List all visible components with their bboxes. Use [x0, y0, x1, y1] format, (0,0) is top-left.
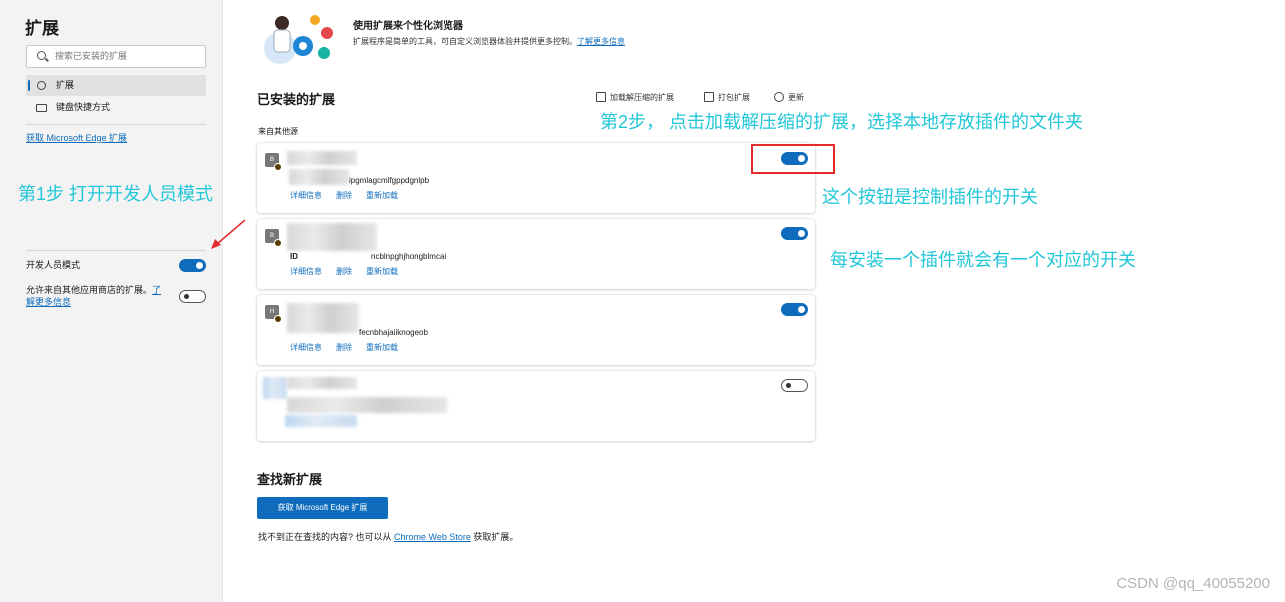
highlight-box	[751, 144, 835, 174]
redacted-name	[287, 377, 357, 389]
allow-other-stores-text: 允许来自其他应用商店的扩展。了 解更多信息	[26, 284, 176, 308]
hero-description: 扩展程序是简单的工具，可自定义浏览器体验并提供更多控制。了解更多信息	[353, 36, 625, 47]
get-edge-extensions-button[interactable]: 获取 Microsoft Edge 扩展	[257, 497, 388, 519]
keyboard-icon	[36, 104, 47, 112]
red-arrow-icon	[211, 219, 246, 249]
remove-link[interactable]: 删除	[336, 267, 352, 276]
annotation-step1: 第1步 打开开发人员模式	[18, 184, 214, 204]
search-input[interactable]: 搜索已安装的扩展	[26, 45, 206, 68]
sidebar-item-keyboard-shortcuts[interactable]: 键盘快捷方式	[26, 97, 206, 118]
find-title: 查找新扩展	[257, 472, 323, 487]
hero-illustration-icon	[264, 15, 333, 64]
pack-icon	[704, 92, 714, 102]
extension-icon: B	[265, 229, 282, 247]
learn-more-link[interactable]: 了	[152, 285, 161, 295]
refresh-icon	[774, 92, 784, 102]
footer-text: 找不到正在查找的内容? 也可以从 Chrome Web Store 获取扩展。	[258, 530, 518, 543]
load-unpacked-icon	[596, 92, 606, 102]
load-unpacked-label: 加载解压缩的扩展	[610, 93, 674, 102]
sidebar: 扩展 搜索已安装的扩展 扩展 键盘快捷方式 获取 Microsoft Edge …	[0, 0, 223, 602]
hero-desc-text: 扩展程序是简单的工具，可自定义浏览器体验并提供更多控制。	[353, 37, 577, 46]
details-link[interactable]: 详细信息	[290, 267, 322, 276]
hero-title: 使用扩展来个性化浏览器	[353, 21, 463, 32]
extension-card: B ipgmlagcmlfgppdgnlpb 详细信息 删除 重新加载	[257, 143, 815, 213]
redacted-name	[287, 223, 377, 251]
sidebar-item-extensions[interactable]: 扩展	[26, 75, 206, 96]
extension-links: 详细信息 删除 重新加载	[290, 342, 412, 353]
reload-link[interactable]: 重新加载	[366, 191, 398, 200]
allow-text: 允许来自其他应用商店的扩展。	[26, 285, 153, 295]
extensions-gear-icon	[37, 81, 46, 90]
extension-icon: B	[265, 153, 282, 171]
sidebar-item-label: 扩展	[56, 80, 75, 90]
extension-links: 详细信息 删除 重新加载	[290, 190, 412, 201]
pack-label: 打包扩展	[718, 93, 750, 102]
extension-id: ncblnpghjhongblmcai	[371, 252, 447, 261]
footer-suffix: 获取扩展。	[470, 532, 519, 542]
details-link[interactable]: 详细信息	[290, 343, 322, 352]
redacted-id	[289, 169, 349, 185]
extension-toggle[interactable]	[781, 303, 808, 316]
redacted-links	[285, 415, 357, 427]
dev-mode-label: 开发人员模式	[26, 260, 81, 270]
hero-learn-more-link[interactable]: 了解更多信息	[577, 37, 625, 46]
allow-other-stores-toggle[interactable]	[179, 290, 206, 303]
search-icon	[37, 51, 46, 60]
other-sources-label: 来自其他源	[258, 127, 298, 136]
sidebar-divider	[26, 250, 206, 251]
remove-link[interactable]: 删除	[336, 191, 352, 200]
extension-icon: H	[265, 305, 282, 323]
sidebar-item-label: 键盘快捷方式	[56, 102, 111, 112]
annotation-step2: 第2步， 点击加载解压缩的扩展，选择本地存放插件的文件夹	[600, 112, 1084, 132]
reload-link[interactable]: 重新加载	[366, 343, 398, 352]
redacted-icon	[263, 377, 287, 399]
extension-toggle[interactable]	[781, 227, 808, 240]
sidebar-divider	[26, 124, 206, 125]
redacted-name	[287, 151, 357, 165]
extension-links: 详细信息 删除 重新加载	[290, 266, 412, 277]
extension-card: B ID ncblnpghjhongblmcai 详细信息 删除 重新加载	[257, 219, 815, 289]
chrome-web-store-link[interactable]: Chrome Web Store	[394, 532, 471, 542]
extension-id: fecnbhajaiiknogeob	[359, 328, 428, 337]
extension-toggle[interactable]	[781, 379, 808, 392]
extension-id-prefix: ID	[290, 252, 298, 261]
update-button[interactable]: 更新	[774, 92, 804, 103]
details-link[interactable]: 详细信息	[290, 191, 322, 200]
watermark: CSDN @qq_40055200	[1116, 575, 1270, 592]
pack-extension-button[interactable]: 打包扩展	[704, 92, 750, 103]
redacted-id	[287, 397, 447, 413]
search-placeholder: 搜索已安装的扩展	[55, 51, 128, 61]
sidebar-title: 扩展	[25, 19, 59, 38]
extension-card	[257, 371, 815, 441]
load-unpacked-button[interactable]: 加载解压缩的扩展	[596, 92, 674, 103]
annotation-each-note: 每安装一个插件就会有一个对应的开关	[830, 250, 1136, 270]
get-edge-extensions-link[interactable]: 获取 Microsoft Edge 扩展	[26, 131, 127, 144]
extension-id: ipgmlagcmlfgppdgnlpb	[349, 176, 430, 185]
dev-mode-toggle[interactable]	[179, 259, 206, 272]
reload-link[interactable]: 重新加载	[366, 267, 398, 276]
redacted-name	[287, 303, 359, 333]
extension-card: H fecnbhajaiiknogeob 详细信息 删除 重新加载	[257, 295, 815, 365]
update-label: 更新	[788, 93, 804, 102]
footer-prefix: 找不到正在查找的内容? 也可以从	[258, 532, 395, 542]
learn-more-link-2[interactable]: 解更多信息	[26, 297, 71, 307]
annotation-toggle-note: 这个按钮是控制插件的开关	[822, 187, 1038, 207]
remove-link[interactable]: 删除	[336, 343, 352, 352]
installed-title: 已安装的扩展	[257, 92, 336, 107]
